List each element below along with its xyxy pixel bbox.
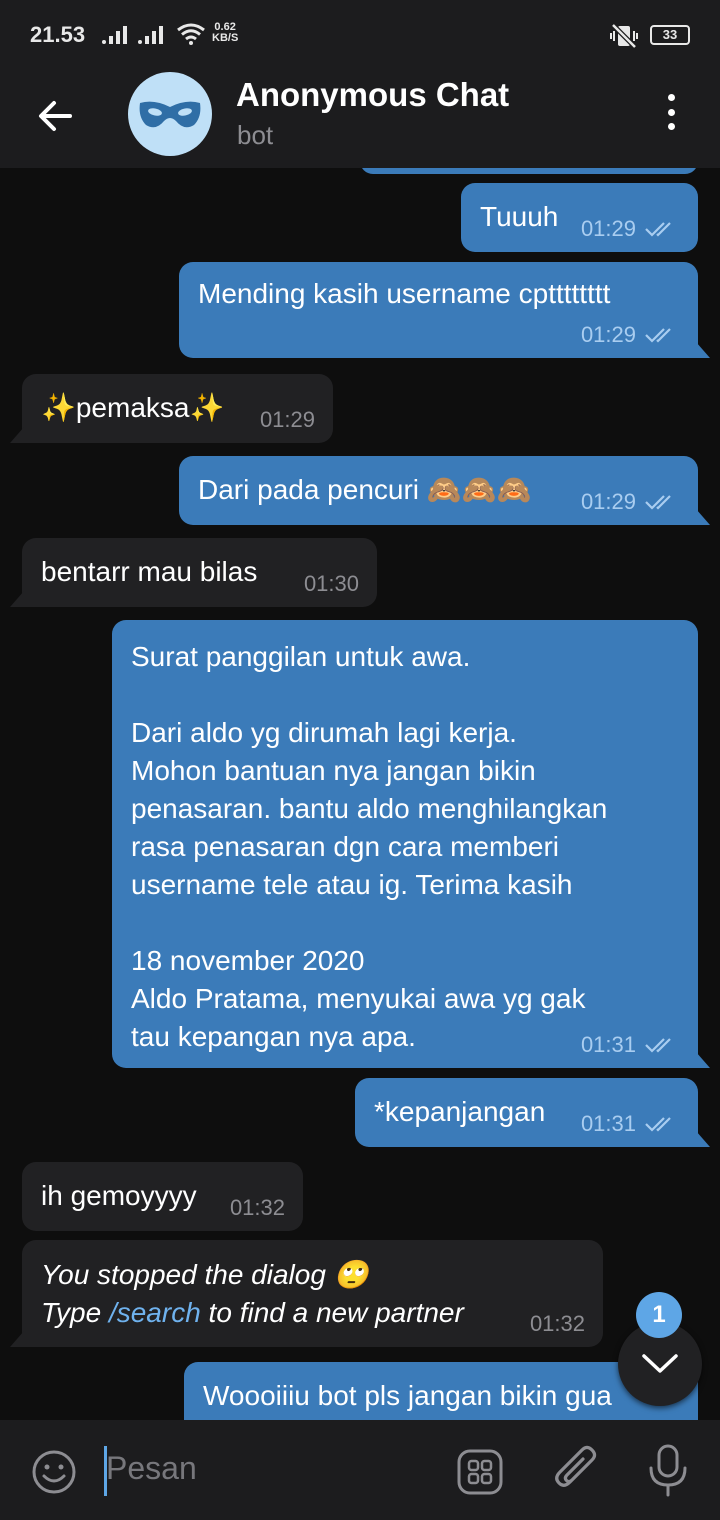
message-bubble-incoming[interactable]: ✨pemaksa✨ 01:29	[10, 374, 333, 443]
bubble-tail	[696, 342, 710, 358]
message-time: 01:32	[229, 1195, 285, 1220]
double-check-icon	[645, 1038, 671, 1053]
message-input[interactable]: Pesan	[106, 1450, 197, 1487]
signal-icon-2	[138, 24, 163, 44]
message-text-line2: Type /search to find a new partner	[41, 1294, 464, 1332]
message-text: ih gemoyyyy	[41, 1180, 197, 1211]
microphone-icon[interactable]	[646, 1444, 690, 1498]
chat-subtitle: bot	[237, 120, 274, 150]
unread-count-badge: 1	[636, 1292, 682, 1338]
chat-title[interactable]: Anonymous Chat	[236, 76, 509, 114]
message-text: ✨pemaksa✨	[41, 392, 225, 423]
bot-commands-icon[interactable]	[456, 1448, 504, 1496]
bubble-tail	[696, 1052, 710, 1068]
status-bar: 21.53 0.62 KB/S 33	[0, 0, 720, 64]
text-fragment: Type	[41, 1297, 109, 1328]
message-text: bentarr mau bilas	[41, 556, 258, 587]
message-bubble-outgoing[interactable]: Mending kasih username cptttttttt 01:29	[179, 262, 710, 358]
double-check-icon	[645, 222, 671, 237]
message-text: Dari pada pencuri 🙈🙈🙈	[198, 474, 532, 505]
double-check-icon	[645, 1117, 671, 1132]
message-time: 01:29	[259, 407, 315, 432]
battery-indicator: 33	[650, 25, 690, 45]
message-bubble-outgoing[interactable]: Dari pada pencuri 🙈🙈🙈 01:29	[179, 456, 710, 525]
signal-icon	[102, 24, 127, 44]
message-text: Woooiiiu bot pls jangan bikin gua	[203, 1380, 612, 1411]
chevron-down-icon	[642, 1354, 678, 1373]
composer: Pesan	[0, 1420, 720, 1520]
message-bubble-outgoing[interactable]: Surat panggilan untuk awa. Dari aldo yg …	[112, 620, 710, 1068]
message-text: Surat panggilan untuk awa. Dari aldo yg …	[131, 641, 608, 1052]
bubble-tail	[10, 1331, 24, 1347]
status-time: 21.53	[30, 22, 86, 47]
bubble-tail	[10, 427, 24, 443]
message-time: 01:32	[529, 1311, 585, 1336]
net-speed: 0.62 KB/S	[212, 22, 238, 44]
message-time: 01:29	[580, 322, 636, 347]
message-bubble-incoming[interactable]: ih gemoyyyy 01:32	[22, 1162, 303, 1231]
emoji-icon[interactable]	[30, 1448, 78, 1496]
avatar[interactable]	[128, 72, 212, 156]
message-time: 01:31	[580, 1032, 636, 1057]
attach-icon[interactable]	[552, 1444, 602, 1498]
message-text: Mending kasih username cptttttttt	[198, 278, 611, 309]
message-text: Tuuuh	[480, 201, 559, 232]
double-check-icon	[645, 495, 671, 510]
double-check-icon	[645, 328, 671, 343]
message-list[interactable]: Tuuuh 01:29 Mending kasih username cpttt…	[0, 168, 720, 1420]
message-text: *kepanjangan	[374, 1096, 546, 1127]
message-time: 01:30	[303, 571, 359, 596]
mask-icon	[139, 101, 201, 128]
message-bubble-outgoing[interactable]: Tuuuh 01:29	[461, 183, 698, 252]
wifi-icon	[177, 23, 205, 45]
back-arrow-icon[interactable]	[34, 94, 78, 138]
message-time: 01:29	[580, 216, 636, 241]
message-time: 01:31	[580, 1111, 636, 1136]
message-text: You stopped the dialog 🙄	[41, 1259, 369, 1290]
vibrate-off-icon	[610, 23, 638, 49]
bubble-tail	[696, 1131, 710, 1147]
bubble-tail	[696, 509, 710, 525]
message-time: 01:29	[580, 489, 636, 514]
message-bubble-incoming[interactable]: You stopped the dialog 🙄 Type /search to…	[10, 1240, 603, 1347]
partial-message-bubble	[360, 168, 698, 174]
bubble-tail	[10, 591, 24, 607]
more-menu-icon[interactable]	[656, 92, 686, 132]
net-speed-unit: KB/S	[212, 32, 239, 44]
message-bubble-outgoing[interactable]: *kepanjangan 01:31	[355, 1078, 710, 1147]
message-bubble-incoming[interactable]: bentarr mau bilas 01:30	[10, 538, 377, 607]
text-fragment: to find a new partner	[200, 1297, 464, 1328]
chat-header: Anonymous Chat bot	[0, 64, 720, 168]
search-command-link[interactable]: /search	[109, 1297, 201, 1328]
